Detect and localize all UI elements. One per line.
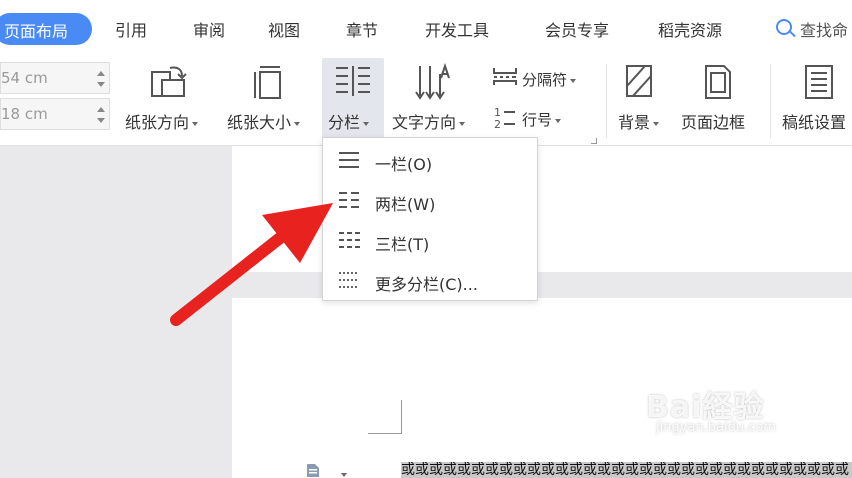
watermark-url: jingyan.baidu.com [656, 420, 776, 435]
baidu-jingyan-watermark: Bai経验 jingyan.baidu.com [646, 382, 816, 462]
